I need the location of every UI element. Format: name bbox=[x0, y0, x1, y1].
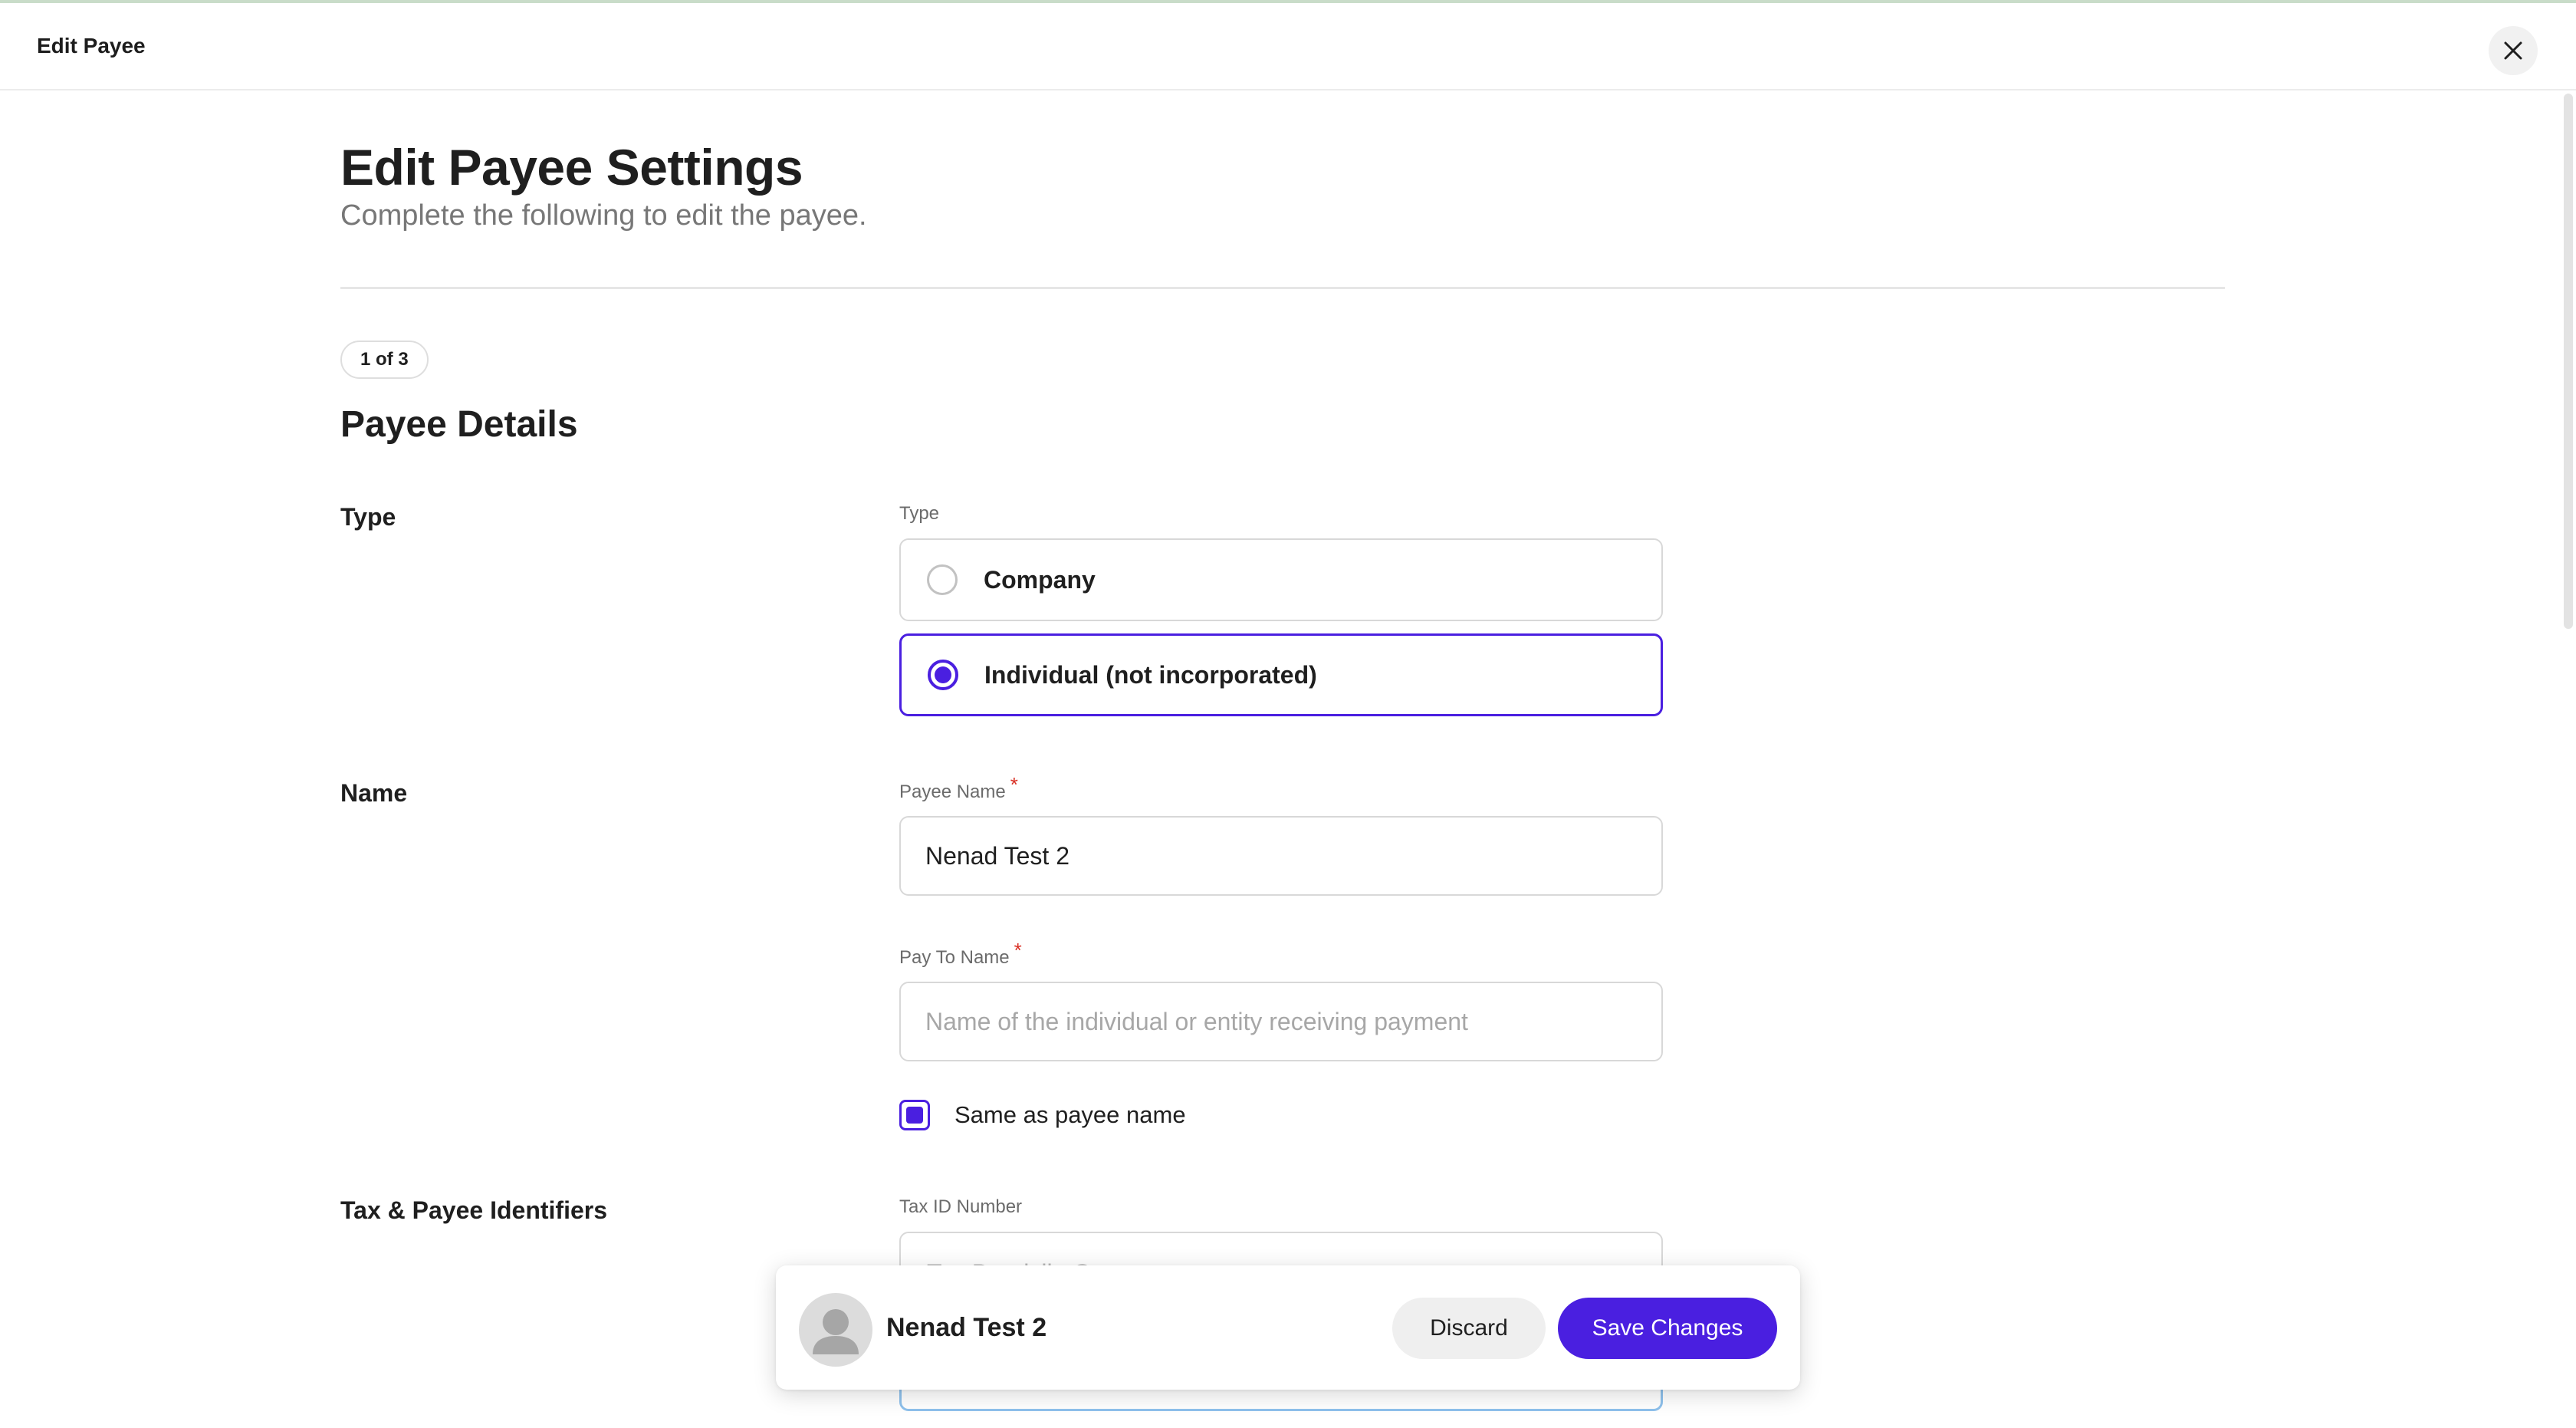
payee-name-input[interactable] bbox=[899, 816, 1663, 896]
required-marker: * bbox=[1010, 773, 1018, 796]
scrollbar[interactable] bbox=[2561, 92, 2576, 1428]
type-field-label: Type bbox=[899, 503, 940, 524]
discard-button[interactable]: Discard bbox=[1392, 1298, 1546, 1359]
payee-name-label: Payee Name * bbox=[899, 773, 1018, 803]
step-indicator: 1 of 3 bbox=[340, 341, 429, 379]
same-as-payee-checkbox[interactable] bbox=[899, 1100, 930, 1130]
pay-to-name-input[interactable] bbox=[899, 982, 1663, 1061]
tax-row-label: Tax & Payee Identifiers bbox=[340, 1196, 607, 1224]
pay-to-name-label: Pay To Name * bbox=[899, 939, 1022, 969]
radio-option-company[interactable]: Company bbox=[899, 538, 1663, 621]
payee-name-label-text: Payee Name bbox=[899, 781, 1006, 802]
floating-action-bar: Nenad Test 2 Discard Save Changes bbox=[776, 1265, 1800, 1390]
radio-button-selected[interactable] bbox=[928, 660, 958, 690]
section-title: Payee Details bbox=[340, 404, 578, 445]
page-subtitle: Complete the following to edit the payee… bbox=[340, 199, 867, 232]
page-title: Edit Payee Settings bbox=[340, 139, 803, 196]
save-changes-button[interactable]: Save Changes bbox=[1558, 1298, 1777, 1359]
close-button[interactable] bbox=[2489, 26, 2538, 75]
name-row-label: Name bbox=[340, 779, 408, 807]
modal-header: Edit Payee bbox=[0, 3, 2576, 90]
scrollbar-thumb[interactable] bbox=[2564, 94, 2573, 629]
header-title: Edit Payee bbox=[37, 34, 146, 58]
required-marker: * bbox=[1014, 939, 1022, 962]
divider bbox=[340, 287, 2225, 289]
payee-display-name: Nenad Test 2 bbox=[886, 1313, 1047, 1342]
avatar bbox=[799, 1293, 872, 1367]
same-as-payee-checkbox-row[interactable]: Same as payee name bbox=[899, 1100, 1186, 1130]
radio-button[interactable] bbox=[927, 564, 958, 595]
same-as-payee-label: Same as payee name bbox=[955, 1101, 1186, 1128]
radio-label-company: Company bbox=[984, 565, 1096, 594]
type-row-label: Type bbox=[340, 503, 396, 531]
radio-option-individual[interactable]: Individual (not incorporated) bbox=[899, 633, 1663, 716]
pay-to-name-label-text: Pay To Name bbox=[899, 947, 1010, 968]
user-avatar-icon bbox=[813, 1309, 859, 1354]
radio-label-individual: Individual (not incorporated) bbox=[984, 660, 1317, 689]
tax-id-label: Tax ID Number bbox=[899, 1196, 1023, 1217]
close-icon bbox=[2504, 41, 2522, 60]
